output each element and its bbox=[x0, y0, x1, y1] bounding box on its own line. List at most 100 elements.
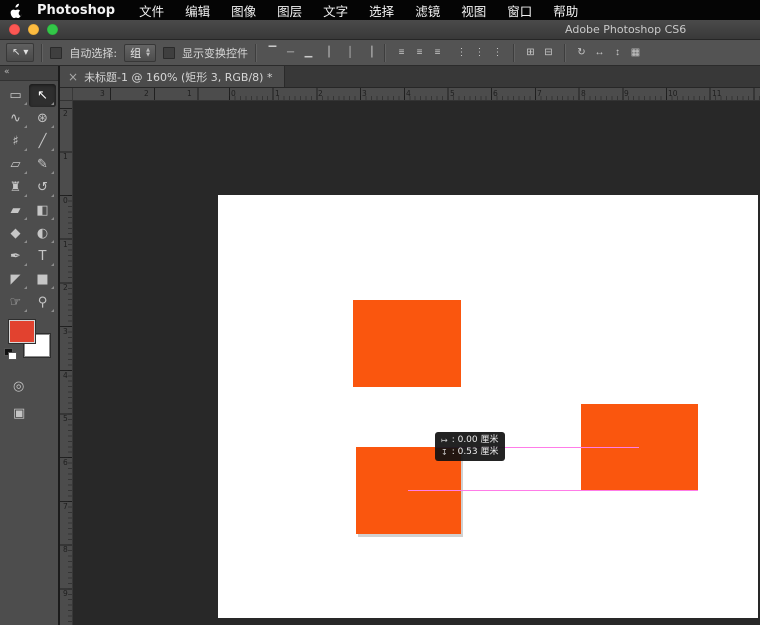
horizontal-delta-value: : 0.00 厘米 bbox=[451, 435, 499, 445]
menubar-item[interactable]: 窗口 bbox=[507, 1, 532, 20]
path-selection-tool[interactable]: ◤ bbox=[2, 268, 29, 291]
v-ruler-label: 5 bbox=[63, 414, 68, 423]
document-tab-bar: × 未标题-1 @ 160% (矩形 3, RGB/8) * bbox=[60, 66, 760, 88]
menubar-item[interactable]: 帮助 bbox=[553, 1, 578, 20]
blur-tool[interactable]: ◆ bbox=[2, 222, 29, 245]
brush-tool[interactable]: ✎ bbox=[29, 153, 56, 176]
pen-tool[interactable]: ✒ bbox=[2, 245, 29, 268]
h-ruler-label: 8 bbox=[581, 89, 586, 98]
h-ruler-label: 2 bbox=[318, 89, 323, 98]
options-icon-group-distribute-vertical: ≡ ≡ ≡ bbox=[393, 45, 446, 61]
show-transform-controls-checkbox[interactable] bbox=[163, 46, 175, 59]
arrange-grid-button[interactable]: ▦ bbox=[627, 45, 644, 61]
default-colors-icon[interactable] bbox=[4, 348, 17, 360]
eraser-tool[interactable]: ▰ bbox=[2, 199, 29, 222]
orange-rectangle-1[interactable] bbox=[353, 300, 461, 387]
v-ruler-label: 6 bbox=[63, 458, 68, 467]
options-bar: ↖ ▾ 自动选择: 组 ▲ ▼ 显示变换控件 ▔ ─ ▁ ▏ │ ▕ ≡ ≡ ≡ ⋮ ⋮ ⋮ ⊞ ⊟ ↻ ↔ ↕ ▦ bbox=[0, 40, 760, 66]
lasso-tool[interactable]: ∿ bbox=[2, 107, 29, 130]
gradient-tool[interactable]: ◧ bbox=[29, 199, 56, 222]
document-tab[interactable]: × 未标题-1 @ 160% (矩形 3, RGB/8) * bbox=[60, 66, 286, 87]
3d-rotate-button[interactable]: ↻ bbox=[573, 45, 590, 61]
align-to-selection-button[interactable]: ⊞ bbox=[522, 45, 539, 61]
menubar-item[interactable]: 视图 bbox=[461, 1, 486, 20]
align-vertical-centers-button[interactable]: ─ bbox=[282, 45, 299, 61]
v-ruler-label: 9 bbox=[63, 589, 68, 598]
h-ruler-label: 0 bbox=[231, 89, 236, 98]
menubar-item[interactable]: 编辑 bbox=[185, 1, 210, 20]
align-horizontal-centers-button[interactable]: │ bbox=[342, 45, 359, 61]
hand-tool[interactable]: ☞ bbox=[2, 291, 29, 314]
close-window-button[interactable] bbox=[9, 24, 20, 35]
distribute-left-edges-button[interactable]: ⋮ bbox=[453, 45, 470, 61]
minimize-window-button[interactable] bbox=[28, 24, 39, 35]
distribute-top-edges-button[interactable]: ≡ bbox=[393, 45, 410, 61]
close-tab-icon[interactable]: × bbox=[68, 71, 78, 83]
move-distance-hud: ↦: 0.00 厘米 ↧: 0.53 厘米 bbox=[435, 432, 505, 461]
document-tab-title: 未标题-1 @ 160% (矩形 3, RGB/8) * bbox=[84, 70, 273, 84]
canvas-viewport[interactable]: ↦: 0.00 厘米 ↧: 0.53 厘米 bbox=[73, 101, 760, 625]
horizontal-ruler[interactable]: 3 2 1 0 1 2 3 4 5 6 7 8 9 10 11 bbox=[73, 88, 760, 101]
tool-preset-picker[interactable]: ↖ ▾ bbox=[6, 43, 35, 62]
menubar-item[interactable]: 滤镜 bbox=[415, 1, 440, 20]
quick-selection-tool[interactable]: ⊛ bbox=[29, 107, 56, 130]
rectangular-marquee-tool[interactable]: ▭ bbox=[2, 84, 29, 107]
auto-select-target-dropdown[interactable]: 组 ▲ ▼ bbox=[124, 43, 156, 62]
apple-menu[interactable] bbox=[10, 3, 25, 18]
v-ruler-label: 1 bbox=[63, 240, 68, 249]
align-right-edges-button[interactable]: ▕ bbox=[360, 45, 377, 61]
options-icon-group-align-options: ⊞ ⊟ bbox=[522, 45, 557, 61]
h-ruler-label: 3 bbox=[362, 89, 367, 98]
menubar-item[interactable]: 文字 bbox=[323, 1, 348, 20]
tools-panel-bottom: ◎ ▣ bbox=[0, 368, 58, 420]
window-titlebar[interactable]: Adobe Photoshop CS6 bbox=[0, 20, 760, 40]
h-ruler-label: 10 bbox=[668, 89, 678, 98]
eyedropper-tool[interactable]: ╱ bbox=[29, 130, 56, 153]
3d-scale-button[interactable]: ↕ bbox=[609, 45, 626, 61]
ruler-corner[interactable] bbox=[60, 88, 73, 101]
menubar-item[interactable]: 选择 bbox=[369, 1, 394, 20]
h-ruler-label: 11 bbox=[712, 89, 722, 98]
app-menu-photoshop[interactable]: Photoshop bbox=[37, 3, 115, 18]
zoom-window-button[interactable] bbox=[47, 24, 58, 35]
distribute-vertical-centers-button[interactable]: ≡ bbox=[411, 45, 428, 61]
type-tool[interactable]: T bbox=[29, 245, 56, 268]
foreground-color-swatch[interactable] bbox=[8, 319, 36, 344]
screen-mode-button[interactable]: ▣ bbox=[13, 407, 25, 420]
align-left-edges-button[interactable]: ▏ bbox=[324, 45, 341, 61]
auto-select-checkbox[interactable] bbox=[50, 46, 63, 59]
spot-healing-brush-tool[interactable]: ▱ bbox=[2, 153, 29, 176]
options-separator bbox=[564, 43, 566, 62]
align-top-edges-button[interactable]: ▔ bbox=[264, 45, 281, 61]
distribute-horizontal-centers-button[interactable]: ⋮ bbox=[471, 45, 488, 61]
quick-mask-mode-button[interactable]: ◎ bbox=[13, 380, 24, 393]
auto-select-label: 自动选择: bbox=[69, 46, 118, 60]
rectangle-tool[interactable]: ■ bbox=[29, 268, 56, 291]
align-bottom-edges-button[interactable]: ▁ bbox=[300, 45, 317, 61]
menubar-item[interactable]: 文件 bbox=[139, 1, 164, 20]
collapse-panel-button[interactable]: « bbox=[4, 67, 10, 77]
clone-stamp-tool[interactable]: ♜ bbox=[2, 176, 29, 199]
align-to-canvas-button[interactable]: ⊟ bbox=[540, 45, 557, 61]
zoom-tool[interactable]: ⚲ bbox=[29, 291, 56, 314]
distribute-right-edges-button[interactable]: ⋮ bbox=[489, 45, 506, 61]
menubar-item[interactable]: 图像 bbox=[231, 1, 256, 20]
options-icon-group-distribute-horizontal: ⋮ ⋮ ⋮ bbox=[453, 45, 506, 61]
apple-icon bbox=[10, 3, 22, 18]
show-transform-controls-label: 显示变换控件 bbox=[182, 46, 248, 60]
v-ruler-label: 1 bbox=[63, 152, 68, 161]
crop-tool[interactable]: ♯ bbox=[2, 130, 29, 153]
history-brush-tool[interactable]: ↺ bbox=[29, 176, 56, 199]
color-swatches bbox=[0, 319, 58, 368]
distribute-bottom-edges-button[interactable]: ≡ bbox=[429, 45, 446, 61]
menubar-item[interactable]: 图层 bbox=[277, 1, 302, 20]
h-ruler-label: 3 bbox=[100, 89, 105, 98]
vertical-ruler[interactable]: 2 1 0 1 2 3 4 5 6 7 8 9 bbox=[60, 101, 73, 625]
document-area: × 未标题-1 @ 160% (矩形 3, RGB/8) * 321012345… bbox=[60, 66, 760, 625]
v-ruler-label: 8 bbox=[63, 545, 68, 554]
move-tool[interactable]: ↖ bbox=[29, 84, 56, 107]
3d-drag-button[interactable]: ↔ bbox=[591, 45, 608, 61]
options-icon-groups: ▔ ─ ▁ ▏ │ ▕ ≡ ≡ ≡ ⋮ ⋮ ⋮ ⊞ ⊟ ↻ ↔ ↕ ▦ bbox=[255, 43, 644, 62]
h-ruler-label: 2 bbox=[144, 89, 149, 98]
dodge-tool[interactable]: ◐ bbox=[29, 222, 56, 245]
